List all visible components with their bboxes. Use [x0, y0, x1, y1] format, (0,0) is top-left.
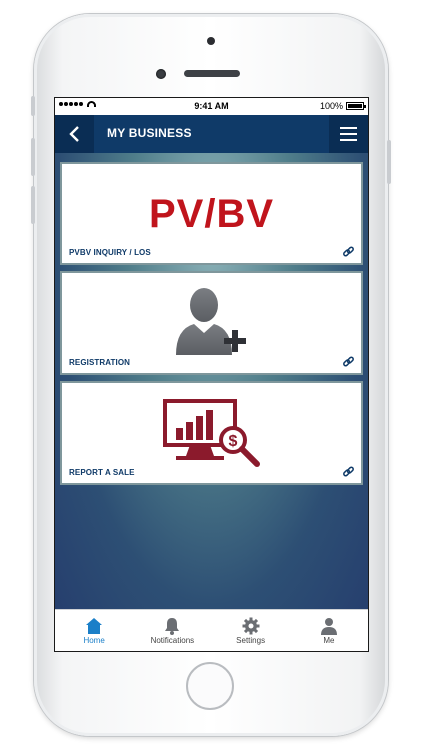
- tab-bar: Home Notifications Settings Me: [55, 609, 368, 651]
- mute-switch: [31, 96, 35, 116]
- card-label: REGISTRATION: [69, 358, 131, 367]
- bell-icon: [165, 618, 180, 635]
- card-report-sale[interactable]: $ REPORT A SALE: [60, 381, 363, 485]
- home-icon: [86, 618, 103, 634]
- power-button: [387, 140, 391, 184]
- tab-label: Home: [83, 636, 105, 645]
- battery-indicator: 100%: [319, 101, 366, 111]
- earpiece-speaker: [184, 70, 240, 77]
- menu-button[interactable]: [329, 115, 368, 153]
- svg-text:$: $: [229, 433, 238, 450]
- home-button[interactable]: [186, 662, 234, 710]
- chevron-left-icon: [68, 126, 79, 142]
- tab-label: Me: [323, 636, 335, 645]
- tab-notifications[interactable]: Notifications: [133, 610, 211, 651]
- top-sensor: [207, 37, 215, 45]
- card-label: PVBV INQUIRY / LOS: [69, 248, 151, 257]
- link-icon[interactable]: [342, 465, 355, 478]
- volume-up-button: [31, 138, 35, 176]
- card-label: REPORT A SALE: [69, 468, 135, 477]
- status-bar: 9:41 AM 100%: [55, 98, 368, 115]
- battery-icon: [346, 102, 366, 110]
- person-icon: [320, 618, 337, 635]
- front-camera: [156, 69, 166, 79]
- app-header: MY BUSINESS: [55, 115, 368, 153]
- tab-label: Settings: [236, 636, 266, 645]
- app-screen: 9:41 AM 100% MY BUSINESS PV/BV PVBV INQU…: [55, 98, 368, 651]
- pvbv-logo-text: PV/BV: [148, 192, 275, 236]
- tab-me[interactable]: Me: [290, 610, 368, 651]
- link-icon[interactable]: [342, 355, 355, 368]
- device-frame: 9:41 AM 100% MY BUSINESS PV/BV PVBV INQU…: [0, 0, 422, 750]
- tab-label: Notifications: [150, 636, 195, 645]
- battery-percent: 100%: [319, 101, 343, 111]
- add-user-icon: [176, 288, 246, 355]
- tab-settings[interactable]: Settings: [212, 610, 290, 651]
- sales-report-icon: $: [163, 399, 260, 467]
- card-registration[interactable]: REGISTRATION: [60, 271, 363, 375]
- gear-icon: [242, 617, 260, 635]
- volume-down-button: [31, 186, 35, 224]
- hamburger-icon: [340, 127, 357, 129]
- link-icon[interactable]: [342, 245, 355, 258]
- back-button[interactable]: [55, 115, 94, 153]
- main-content: PV/BV PVBV INQUIRY / LOS REGISTRATION $ …: [55, 153, 368, 609]
- card-pvbv-inquiry[interactable]: PV/BV PVBV INQUIRY / LOS: [60, 162, 363, 265]
- page-title: MY BUSINESS: [107, 126, 192, 140]
- tab-home[interactable]: Home: [55, 610, 133, 651]
